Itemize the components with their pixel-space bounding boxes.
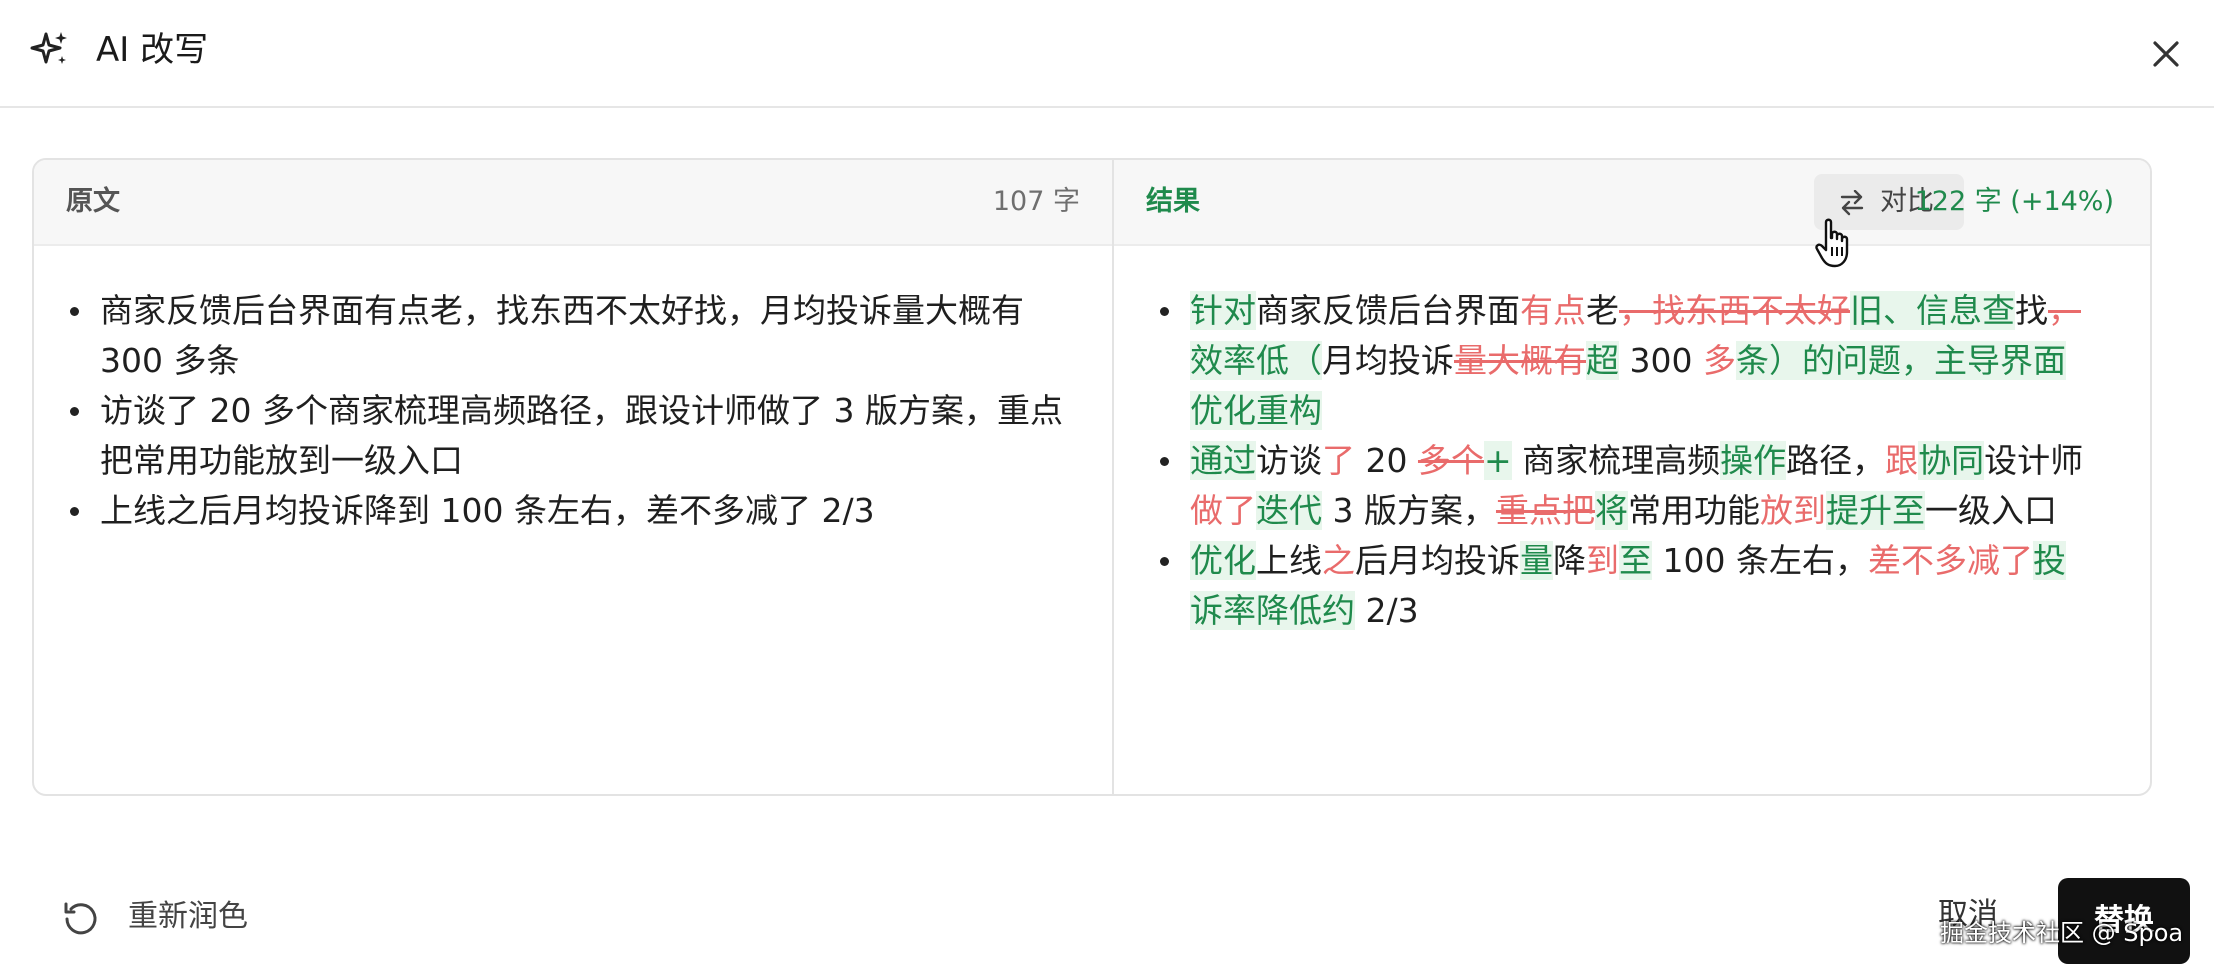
unchanged-text: 商家反馈后台界面 — [1256, 291, 1520, 330]
hand-cursor-icon — [1815, 218, 1849, 268]
inserted-text: 超 — [1586, 341, 1619, 380]
original-label: 原文 — [66, 186, 120, 217]
original-char-count: 107 字 — [992, 186, 1080, 217]
list-item: 优化上线之后月均投诉量降到至 100 条左右，差不多减了投诉率降低约 2/3 — [1160, 536, 2090, 636]
list-item: 上线之后月均投诉降到 100 条左右，差不多减了 2/3 — [70, 486, 1078, 536]
unchanged-text: 商家梳理高频 — [1511, 441, 1721, 480]
result-pane: 结果 对比 122 字 (+14%) 针对商家反馈后台界面有点老，找东西不太好旧… — [1112, 160, 2150, 794]
inserted-text: 提升至 — [1825, 491, 1925, 530]
removed-text: 了 — [1322, 441, 1355, 480]
result-list: 针对商家反馈后台界面有点老，找东西不太好旧、信息查找， 效率低（月均投诉量大概有超… — [1114, 286, 2090, 636]
regenerate-label: 重新润色 — [128, 899, 248, 934]
inserted-text: 优化 — [1190, 541, 1256, 580]
inserted-text: + — [1483, 441, 1512, 480]
list-item: 针对商家反馈后台界面有点老，找东西不太好旧、信息查找， 效率低（月均投诉量大概有超… — [1160, 286, 2090, 436]
unchanged-text: 老 — [1586, 291, 1619, 330]
dialog-title: AI 改写 — [96, 30, 209, 70]
unchanged-text: 一级入口 — [1924, 491, 2057, 530]
unchanged-text: 找 — [2015, 291, 2048, 330]
list-item: 访谈了 20 多个商家梳理高频路径，跟设计师做了 3 版方案，重点把常用功能放到… — [70, 386, 1078, 486]
unchanged-text: 上线 — [1256, 541, 1322, 580]
deleted-text: 多个 — [1417, 441, 1484, 480]
refresh-icon — [64, 902, 97, 935]
deleted-text: ， — [2048, 291, 2081, 330]
original-pane: 原文 107 字 商家反馈后台界面有点老，找东西不太好找，月均投诉量大概有 30… — [34, 160, 1112, 794]
removed-text: 多 — [1702, 341, 1736, 380]
inserted-text: 量 — [1520, 541, 1553, 580]
unchanged-text: 20 — [1355, 441, 1418, 480]
unchanged-text: 路径， — [1786, 441, 1886, 480]
result-header: 结果 对比 122 字 (+14%) — [1114, 160, 2150, 246]
inserted-text: 操作 — [1720, 441, 1787, 480]
deleted-text: ，找东西不太好 — [1619, 291, 1850, 330]
unchanged-text: 常用功能 — [1627, 491, 1760, 530]
removed-text: 放到 — [1759, 491, 1826, 530]
unchanged-text: 100 条左右， — [1652, 541, 1868, 580]
inserted-text: 协同 — [1918, 441, 1985, 480]
swap-icon — [1840, 190, 1864, 216]
inserted-text: 至 — [1619, 541, 1652, 580]
original-header: 原文 107 字 — [34, 160, 1112, 246]
deleted-text: 量大概有 — [1454, 341, 1586, 380]
removed-text: 有点 — [1520, 291, 1586, 330]
removed-text: 到 — [1586, 541, 1619, 580]
unchanged-text: 300 — [1619, 341, 1703, 380]
unchanged-text: 降 — [1553, 541, 1586, 580]
result-char-count: 122 字 (+14%) — [1914, 186, 2114, 217]
result-label: 结果 — [1146, 186, 1200, 217]
unchanged-text: 访谈 — [1256, 441, 1322, 480]
removed-text: 跟 — [1885, 441, 1919, 480]
list-item: 通过访谈了 20 多个+ 商家梳理高频操作路径，跟协同设计师做了迭代 3 版方案… — [1160, 436, 2090, 536]
removed-text: 差不多减了 — [1867, 541, 2033, 580]
inserted-text: 旧、信息查 — [1850, 291, 2015, 330]
sparkle-icon — [30, 32, 67, 64]
inserted-text: 效率低（ — [1190, 341, 1322, 380]
inserted-text: 迭代 — [1256, 491, 1322, 530]
inserted-text: 针对 — [1190, 291, 1256, 330]
unchanged-text: 后月均投诉 — [1355, 541, 1520, 580]
watermark: 掘金技术社区 @ Spoa — [1940, 919, 2184, 947]
rewrite-panel: 原文 107 字 商家反馈后台界面有点老，找东西不太好找，月均投诉量大概有 30… — [32, 158, 2152, 796]
unchanged-text: 设计师 — [1984, 441, 2084, 480]
removed-text: 做了 — [1190, 491, 1256, 530]
unchanged-text: 月均投诉 — [1322, 341, 1454, 380]
list-item: 商家反馈后台界面有点老，找东西不太好找，月均投诉量大概有 300 多条 — [70, 286, 1078, 386]
deleted-text: 重点把 — [1495, 491, 1595, 530]
inserted-text: 通过 — [1190, 441, 1256, 480]
inserted-text: 将 — [1594, 491, 1628, 530]
close-icon[interactable] — [2148, 36, 2184, 72]
unchanged-text: 3 版方案， — [1322, 491, 1496, 530]
dialog-header: AI 改写 — [0, 0, 2214, 108]
original-list: 商家反馈后台界面有点老，找东西不太好找，月均投诉量大概有 300 多条 访谈了 … — [34, 286, 1078, 536]
removed-text: 之 — [1322, 541, 1355, 580]
unchanged-text: 2/3 — [1355, 591, 1419, 630]
